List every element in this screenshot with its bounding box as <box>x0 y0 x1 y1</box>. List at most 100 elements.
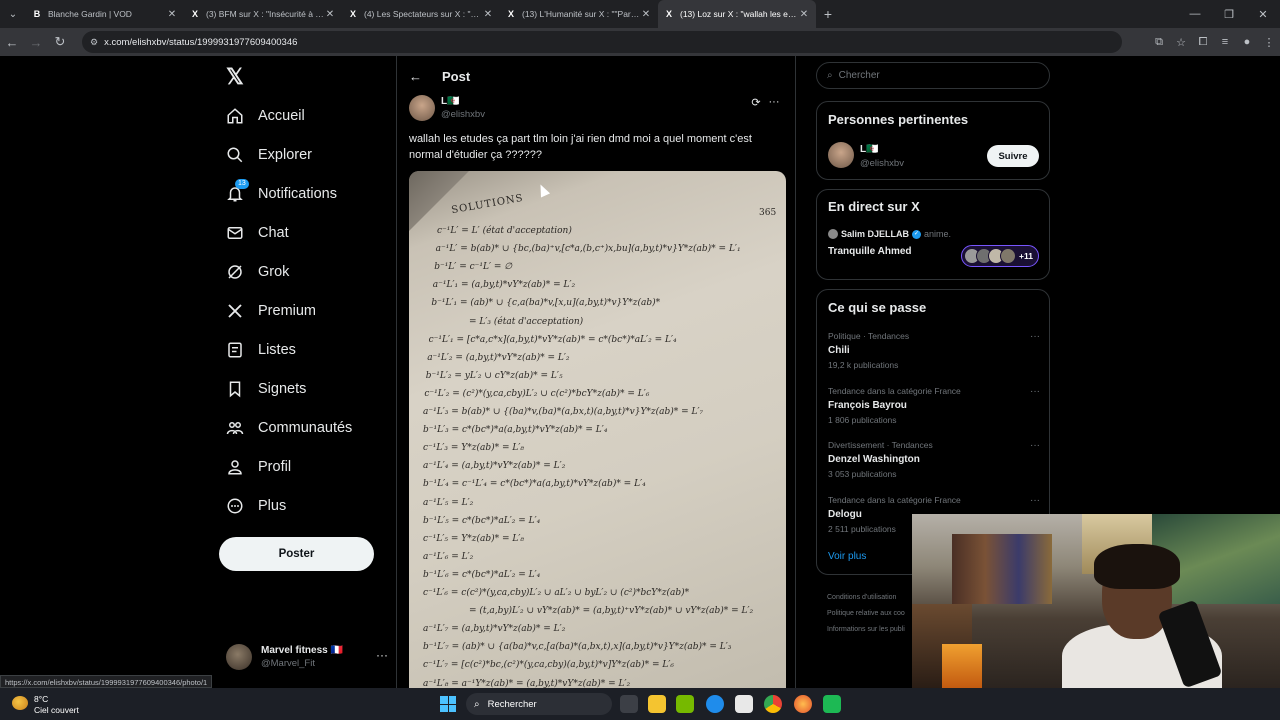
browser-tab[interactable]: X (3) BFM sur X : "Insécurité à Ma ✕ <box>184 0 342 28</box>
more-options-icon[interactable]: ··· <box>1030 440 1040 451</box>
close-tab-icon[interactable]: ✕ <box>640 9 652 20</box>
more-options-icon[interactable]: ··· <box>1030 386 1040 397</box>
sidebar-item-bookmarks[interactable]: Signets <box>226 374 306 404</box>
trend-count: 3 053 publications <box>828 469 897 479</box>
back-arrow-icon[interactable]: ← <box>409 69 422 84</box>
more-options-icon[interactable]: ··· <box>376 648 388 662</box>
sidebar-item-notifications[interactable]: 13 Notifications <box>226 179 337 209</box>
trend-item[interactable]: Tendance dans la catégorie France Franço… <box>828 386 1040 425</box>
live-card[interactable]: En direct sur X Salim DJELLAB ✓ anime. T… <box>816 189 1050 280</box>
footer-link[interactable]: Conditions d'utilisation <box>827 590 905 606</box>
store-icon[interactable] <box>735 695 753 713</box>
x-logo-icon[interactable]: 𝕏 <box>226 64 244 90</box>
avatar[interactable] <box>409 95 435 121</box>
taskbar-search[interactable]: ⌕ Rechercher <box>466 693 612 715</box>
link-status-bar: https://x.com/elishxbv/status/1999931977… <box>0 675 213 688</box>
bottles <box>942 644 982 688</box>
sidebar-item-premium[interactable]: Premium <box>226 296 316 326</box>
sidebar-item-chat[interactable]: Chat <box>226 218 289 248</box>
app-icon[interactable] <box>823 695 841 713</box>
search-input[interactable]: ⌕ Chercher <box>816 62 1050 89</box>
forward-icon[interactable]: → <box>24 28 48 56</box>
sidebar-item-profile[interactable]: Profil <box>226 452 291 482</box>
see-more-link[interactable]: Voir plus <box>828 551 866 562</box>
search-icon <box>227 147 243 163</box>
browser-tab[interactable]: B Blanche Gardin | VOD ✕ <box>26 0 184 28</box>
math-line: c⁻¹L′₁ = [c*a,c*x](a,by,t)*vY*z(ab)* = c… <box>428 334 677 345</box>
extensions-icon[interactable]: ⧠ <box>1192 36 1214 49</box>
file-explorer-icon[interactable] <box>648 695 666 713</box>
close-window-icon[interactable]: ✕ <box>1246 0 1280 28</box>
temperature: 8°C <box>34 694 49 704</box>
search-icon: ⌕ <box>474 698 480 710</box>
x-favicon-icon: X <box>507 9 514 19</box>
math-line: b⁻¹L′₁ = (ab)* ∪ {c,a(ba)*v,[x,u](a,by,t… <box>431 298 661 309</box>
restore-icon[interactable]: ❐ <box>1212 0 1246 28</box>
cast-icon[interactable]: ⧉ <box>1148 36 1170 49</box>
site-info-icon[interactable]: ⚙ <box>90 37 98 48</box>
close-tab-icon[interactable]: ✕ <box>798 9 810 20</box>
trend-category: Divertissement · Tendances <box>828 440 933 450</box>
tab-search-icon[interactable]: ⌄ <box>0 0 26 28</box>
grok-explain-icon[interactable]: ⟳ <box>747 96 765 109</box>
chrome-icon[interactable] <box>764 695 782 713</box>
author-handle[interactable]: @elishxbv <box>441 109 485 120</box>
list-icon <box>228 342 242 358</box>
nvidia-icon[interactable] <box>676 695 694 713</box>
math-line: c⁻¹L′₂ = (c²)*(y,ca,cby)L′₂ ∪ c(c²)*bcY*… <box>424 388 650 399</box>
trend-item[interactable]: Politique · Tendances Chili 19,2 k publi… <box>828 331 1040 370</box>
bookmark-star-icon[interactable]: ☆ <box>1170 36 1192 49</box>
back-icon[interactable]: ← <box>0 28 24 56</box>
search-icon: ⌕ <box>827 70 833 81</box>
trend-item[interactable]: Divertissement · Tendances Denzel Washin… <box>828 440 1040 479</box>
edge-icon[interactable] <box>706 695 724 713</box>
tab-strip: ⌄ B Blanche Gardin | VOD ✕ X (3) BFM sur… <box>0 0 1280 28</box>
browser-tab[interactable]: X (13) L'Humanité sur X : ""Parler ✕ <box>500 0 658 28</box>
author-name[interactable]: L🇩🇿 <box>441 96 460 107</box>
sidebar-item-home[interactable]: Accueil <box>226 101 305 131</box>
close-tab-icon[interactable]: ✕ <box>166 9 178 20</box>
home-icon <box>227 108 243 124</box>
post-image[interactable]: SOLUTIONS 365 c⁻¹L′ = L′ (état d'accepta… <box>409 171 786 688</box>
sidebar-item-grok[interactable]: Grok <box>226 257 289 287</box>
math-line: b⁻¹L′₆ = c*(bc*)*aL′₂ = L′₄ <box>423 569 541 580</box>
reading-list-icon[interactable]: ≡ <box>1214 36 1236 48</box>
reload-icon[interactable]: ↻ <box>48 28 72 56</box>
windows-start-icon[interactable] <box>440 696 456 712</box>
more-options-icon[interactable]: ··· <box>1030 495 1040 506</box>
browser-tab-active[interactable]: X (13) Loz sur X : "wallah les etud ✕ <box>658 0 816 28</box>
avatar[interactable] <box>828 142 854 168</box>
footer-link[interactable]: Informations sur les publi <box>827 622 905 638</box>
task-view-icon[interactable] <box>620 695 638 713</box>
url-field[interactable]: ⚙ x.com/elishxbv/status/1999931977609400… <box>82 31 1122 53</box>
post-button[interactable]: Poster <box>219 537 374 571</box>
sidebar-item-label: Signets <box>258 381 307 397</box>
more-options-icon[interactable]: ··· <box>1030 331 1040 342</box>
math-line: a⁻¹L′₈ = a⁻¹Y*z(ab)* = (a,by,t)*vY*z(ab)… <box>423 678 631 689</box>
listeners-pill[interactable]: +11 <box>961 245 1039 267</box>
card-title: Ce qui se passe <box>828 300 927 315</box>
user-name[interactable]: L🇩🇿 <box>860 144 879 155</box>
close-tab-icon[interactable]: ✕ <box>482 9 494 20</box>
profile-avatar-icon[interactable]: ● <box>1236 36 1258 48</box>
browser-menu-icon[interactable]: ⋮ <box>1258 36 1280 49</box>
page-fold <box>409 171 469 231</box>
sidebar-item-communities[interactable]: Communautés <box>226 413 352 443</box>
sidebar-item-lists[interactable]: Listes <box>226 335 296 365</box>
browser-tab[interactable]: X (4) Les Spectateurs sur X : "🔴 I ✕ <box>342 0 500 28</box>
hair <box>1094 544 1180 589</box>
more-options-icon[interactable]: ··· <box>765 96 783 109</box>
account-switcher[interactable]: Marvel fitness 🇫🇷 @Marvel_Fit ··· <box>226 642 391 672</box>
footer-link[interactable]: Politique relative aux coo <box>827 606 905 622</box>
user-handle[interactable]: @elishxbv <box>860 158 904 169</box>
new-tab-button[interactable]: + <box>816 6 840 22</box>
sidebar-item-more[interactable]: Plus <box>226 491 286 521</box>
minimize-icon[interactable]: — <box>1178 0 1212 28</box>
close-tab-icon[interactable]: ✕ <box>324 9 336 20</box>
firefox-icon[interactable] <box>794 695 812 713</box>
follow-button[interactable]: Suivre <box>987 145 1039 167</box>
sidebar-item-label: Premium <box>258 303 317 319</box>
sidebar-item-explore[interactable]: Explorer <box>226 140 312 170</box>
weather-widget[interactable]: 8°C Ciel couvert <box>12 692 102 716</box>
math-line: b⁻¹L′₃ = c*(bc*)*a(a,by,t)*vY*z(ab)* = L… <box>423 425 608 436</box>
